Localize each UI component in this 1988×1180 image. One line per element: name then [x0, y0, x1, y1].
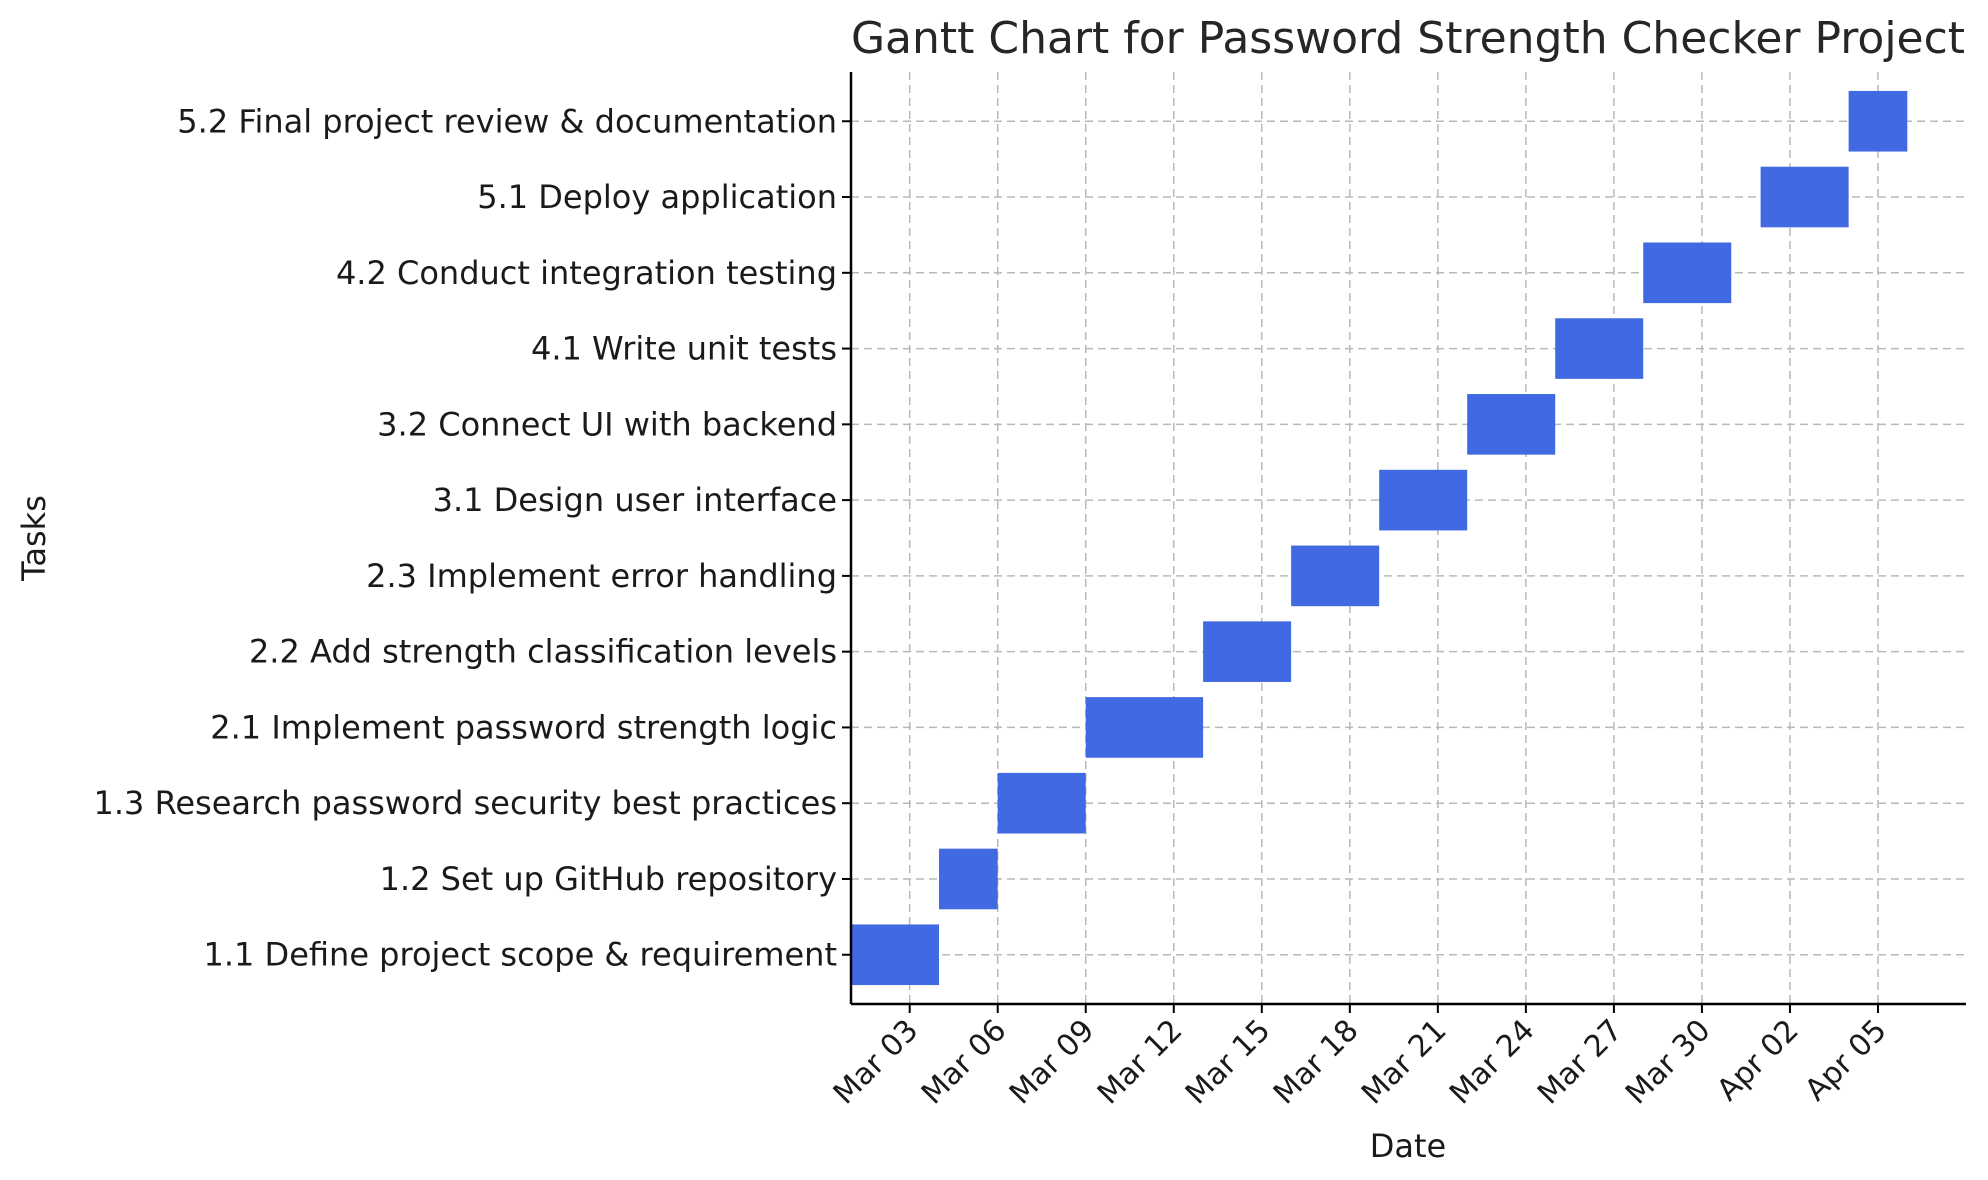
x-tick-label: Apr 02	[1710, 1013, 1805, 1108]
y-axis-ticks: 1.1 Define project scope & requirement 1.…	[94, 102, 851, 974]
task-label: 5.1 Deploy application	[477, 178, 837, 216]
task-bar	[1291, 545, 1380, 607]
task-bar	[1379, 469, 1468, 531]
y-axis-label: Tasks	[15, 495, 53, 582]
x-axis-label: Date	[1370, 1127, 1446, 1165]
bar-layer	[851, 90, 1908, 986]
task-bar	[1085, 697, 1204, 758]
x-tick-label: Mar 09	[1003, 1013, 1102, 1112]
task-bar	[1760, 166, 1849, 228]
x-axis-ticks: Mar 03Mar 06Mar 09Mar 12Mar 15Mar 18Mar …	[827, 1004, 1894, 1111]
x-tick-label: Apr 05	[1798, 1013, 1893, 1108]
task-label: 4.1 Write unit tests	[531, 330, 837, 368]
x-tick-label: Mar 27	[1531, 1013, 1630, 1112]
task-bar	[1643, 242, 1732, 304]
x-tick-label: Mar 21	[1355, 1013, 1454, 1112]
task-bar	[939, 848, 998, 910]
task-label: 1.2 Set up GitHub repository	[380, 860, 837, 898]
task-bar	[997, 772, 1086, 834]
task-bar	[1848, 90, 1908, 152]
task-bar	[1203, 621, 1292, 682]
task-label: 2.3 Implement error handling	[366, 557, 837, 595]
task-bar	[1555, 318, 1644, 379]
x-tick-label: Mar 03	[827, 1013, 926, 1112]
x-tick-label: Mar 06	[915, 1013, 1014, 1112]
x-tick-label: Mar 18	[1267, 1013, 1366, 1112]
x-tick-label: Mar 30	[1619, 1013, 1718, 1112]
task-label: 3.1 Design user interface	[433, 481, 837, 519]
task-label: 3.2 Connect UI with backend	[377, 405, 837, 443]
task-bar	[851, 924, 940, 986]
task-label: 1.1 Define project scope & requirement	[203, 936, 837, 974]
task-label: 2.1 Implement password strength logic	[210, 708, 837, 746]
gantt-chart: Gantt Chart for Password Strength Checke…	[15, 13, 1966, 1165]
task-label: 2.2 Add strength classification levels	[249, 633, 837, 671]
task-bar	[1467, 394, 1556, 455]
x-tick-label: Mar 15	[1179, 1013, 1278, 1112]
task-label: 5.2 Final project review & documentation	[177, 102, 837, 140]
task-label: 1.3 Research password security best prac…	[94, 784, 838, 822]
x-tick-label: Mar 12	[1091, 1013, 1190, 1112]
task-label: 4.2 Conduct integration testing	[336, 254, 837, 292]
x-tick-label: Mar 24	[1443, 1013, 1542, 1112]
chart-title: Gantt Chart for Password Strength Checke…	[851, 13, 1965, 64]
